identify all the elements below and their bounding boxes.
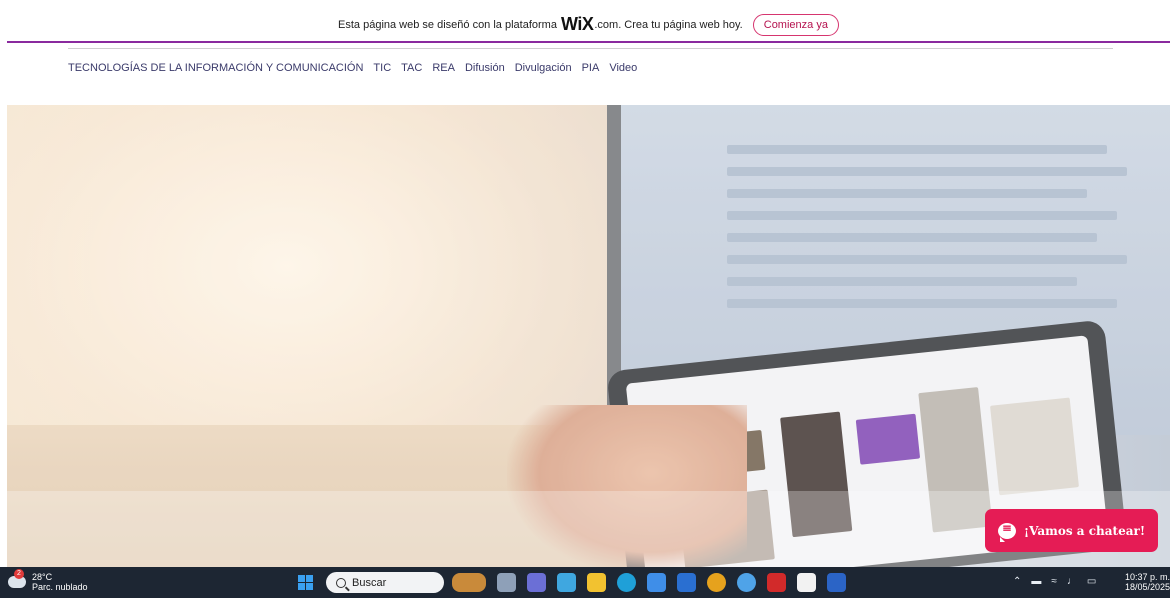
edge-icon[interactable] [617,573,636,592]
weather-widget[interactable]: 2 28°C Parc. nublado [8,569,88,592]
search-label: Buscar [352,576,387,589]
chat-button[interactable]: ¡Vamos a chatear! [985,509,1158,552]
weather-badge: 2 [14,569,24,579]
cloud-icon: 2 [8,569,26,588]
battery-icon[interactable]: ▭ [1087,576,1096,587]
nav-item-pia[interactable]: PIA [582,62,600,74]
header-divider [68,48,1113,49]
windows-taskbar: 2 28°C Parc. nublado Buscar ⌃ ▬ ≈ ♩ ▭ 10… [0,567,1170,598]
search-icon [336,577,346,588]
taskbar-clock[interactable]: 10:37 p. m. 18/05/2025 [1125,572,1170,592]
file-explorer-icon[interactable] [587,573,606,592]
clock-date: 18/05/2025 [1125,582,1170,592]
network-icon[interactable]: ▬ [1031,576,1041,587]
banner-text: Esta página web se diseñó con la platafo… [338,18,557,31]
teams-icon[interactable] [527,573,546,592]
volume-icon[interactable]: ♩ [1067,576,1077,587]
nav-item-tic[interactable]: TIC [373,62,391,74]
nav-item-rea[interactable]: REA [432,62,455,74]
nav-item-tic-full[interactable]: TECNOLOGÍAS DE LA INFORMACIÓN Y COMUNICA… [68,62,363,74]
widget-app-icon[interactable] [452,573,486,592]
wifi-icon[interactable]: ≈ [1051,576,1057,587]
wix-promo-banner: Esta página web se diseñó con la platafo… [7,8,1170,43]
taskbar-search[interactable]: Buscar [326,572,444,593]
clock-time: 10:37 p. m. [1125,572,1170,582]
system-tray: ⌃ ▬ ≈ ♩ ▭ [1013,576,1096,587]
taskbar-apps [452,573,846,592]
store-icon[interactable] [647,573,666,592]
task-view-icon[interactable] [497,573,516,592]
hero-image [7,105,1170,567]
mcafee-icon[interactable] [767,573,786,592]
chrome-icon[interactable] [707,573,726,592]
mail-icon[interactable] [677,573,696,592]
copilot-icon[interactable] [557,573,576,592]
banner-text-suffix: .com. Crea tu página web hoy. [594,18,743,31]
word-icon[interactable] [827,573,846,592]
start-now-button[interactable]: Comienza ya [752,13,839,36]
windows-start-icon[interactable] [298,575,313,590]
nav-item-divulgacion[interactable]: Divulgación [515,62,572,74]
main-nav: TECNOLOGÍAS DE LA INFORMACIÓN Y COMUNICA… [68,62,637,74]
nav-item-tac[interactable]: TAC [401,62,422,74]
wix-logo[interactable]: WiX [561,14,594,35]
chat-button-label: ¡Vamos a chatear! [1023,523,1146,538]
weather-condition: Parc. nublado [32,582,88,592]
nav-item-difusion[interactable]: Difusión [465,62,505,74]
nav-item-video[interactable]: Video [609,62,637,74]
weather-temp: 28°C [32,572,53,582]
chat-bubble-icon [997,521,1016,542]
chevron-up-icon[interactable]: ⌃ [1013,576,1021,587]
chrome-canary-icon[interactable] [737,573,756,592]
capcut-icon[interactable] [797,573,816,592]
